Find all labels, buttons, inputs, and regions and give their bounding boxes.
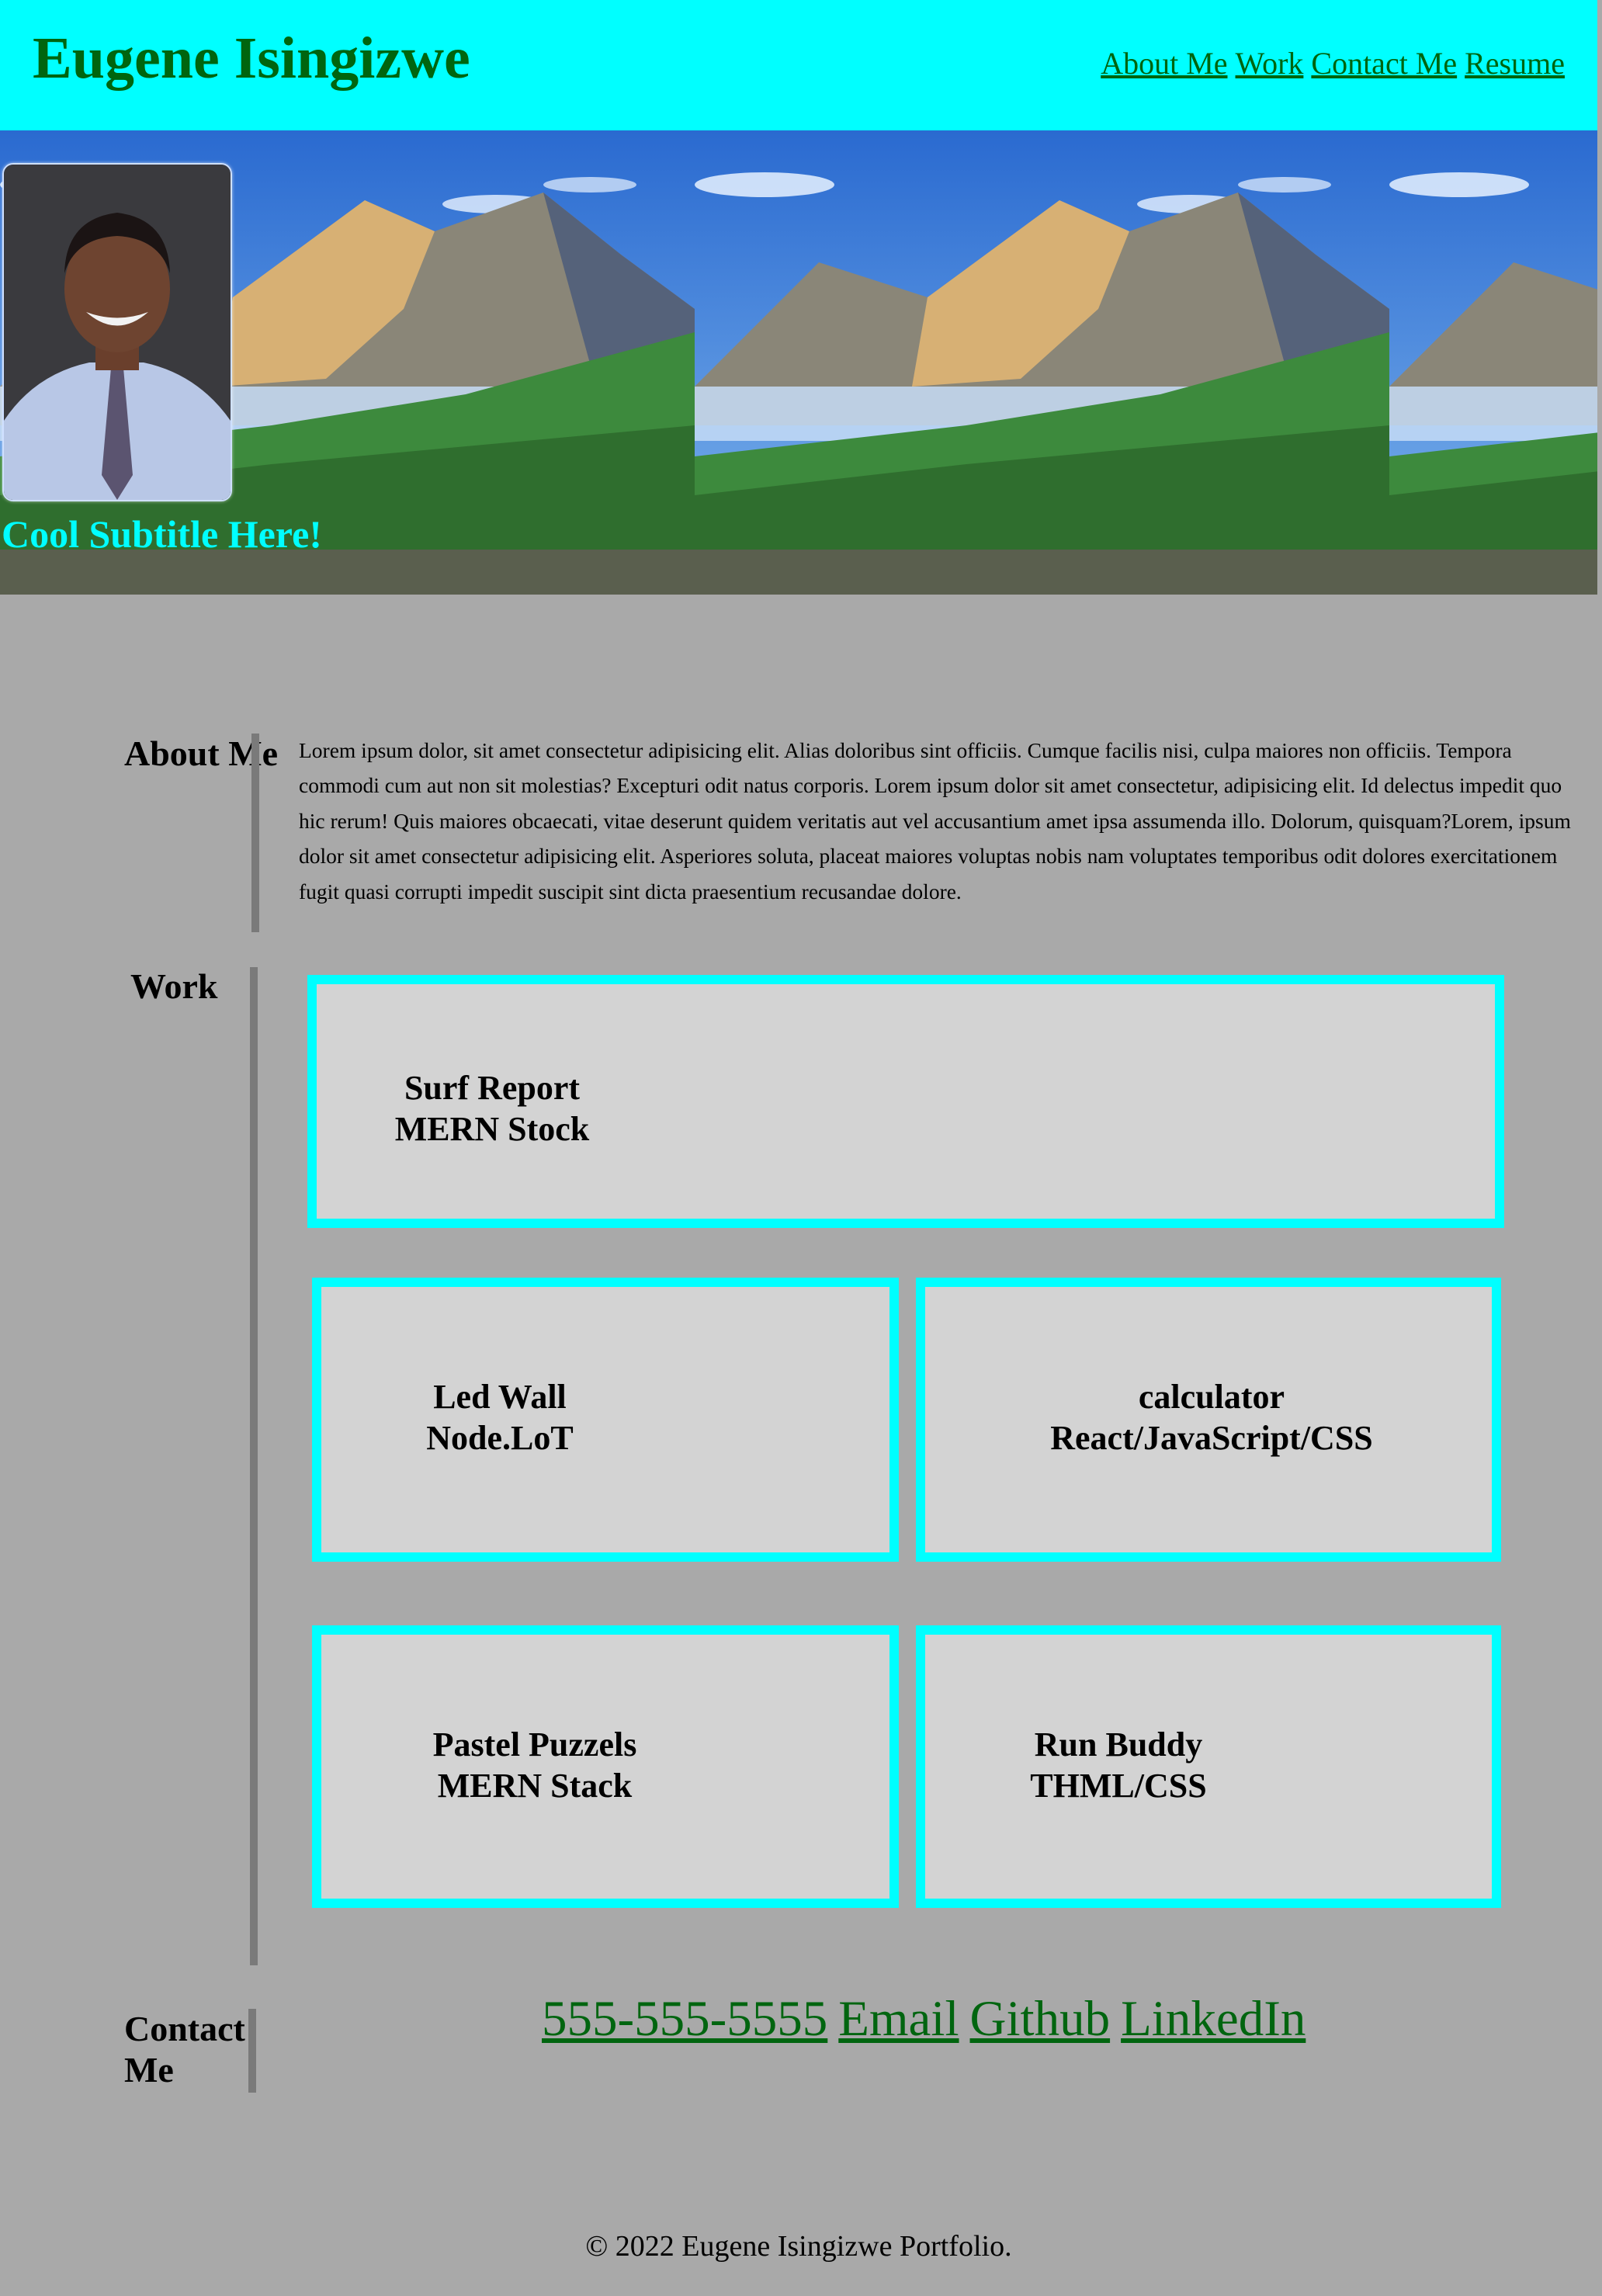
site-title: Eugene Isingizwe: [33, 26, 470, 91]
project-card[interactable]: Led Wall Node.LoT: [312, 1278, 899, 1562]
nav-link-contact-me[interactable]: Contact Me: [1311, 45, 1457, 82]
work-heading: Work: [130, 966, 218, 1006]
project-card[interactable]: Surf Report MERN Stock: [307, 975, 1504, 1228]
project-title: Led Wall Node.LoT: [407, 1377, 593, 1459]
project-stack: MERN Stack: [437, 1766, 633, 1805]
project-title: Pastel Puzzels MERN Stack: [407, 1725, 663, 1807]
footer-copyright: © 2022 Eugene Isingizwe Portfolio.: [585, 2230, 1012, 2263]
project-stack: Node.LoT: [426, 1418, 574, 1457]
phone-link[interactable]: 555-555-5555: [542, 1990, 827, 2048]
project-name: calculator: [1138, 1378, 1285, 1416]
project-title: Surf Report MERN Stock: [391, 1068, 593, 1150]
hero-banner: Cool Subtitle Here!: [0, 130, 1597, 595]
project-card[interactable]: calculator React/JavaScript/CSS: [916, 1278, 1501, 1562]
github-link[interactable]: Github: [970, 1990, 1111, 2048]
site-header: Eugene Isingizwe About Me Work Contact M…: [0, 0, 1597, 130]
contact-heading: Contact Me: [124, 2009, 245, 2090]
hero-background-image: [695, 130, 1389, 595]
nav-link-work[interactable]: Work: [1236, 45, 1304, 82]
contact-links: 555-555-5555 Email Github LinkedIn: [542, 1990, 1306, 2048]
contact-divider: [248, 2009, 256, 2093]
about-divider: [251, 734, 259, 932]
project-name: Run Buddy: [1034, 1725, 1203, 1764]
project-title: Run Buddy THML/CSS: [1014, 1725, 1223, 1807]
hero-subtitle: Cool Subtitle Here!: [2, 512, 322, 556]
project-name: Pastel Puzzels: [432, 1725, 637, 1764]
email-link[interactable]: Email: [838, 1990, 959, 2048]
nav-link-resume[interactable]: Resume: [1465, 45, 1565, 82]
project-card[interactable]: Run Buddy THML/CSS: [916, 1625, 1501, 1908]
project-stack: THML/CSS: [1030, 1766, 1207, 1805]
work-divider: [250, 967, 258, 1965]
project-stack: MERN Stock: [394, 1109, 590, 1148]
project-name: Led Wall: [433, 1378, 567, 1416]
main-nav: About Me Work Contact Me Resume: [1101, 45, 1565, 82]
project-title: calculator React/JavaScript/CSS: [1014, 1377, 1410, 1459]
linkedin-link[interactable]: LinkedIn: [1121, 1990, 1306, 2048]
profile-photo: [2, 163, 232, 501]
project-stack: React/JavaScript/CSS: [1050, 1418, 1373, 1457]
about-text: Lorem ipsum dolor, sit amet consectetur …: [299, 738, 1571, 903]
project-name: Surf Report: [404, 1069, 581, 1107]
nav-link-about-me[interactable]: About Me: [1101, 45, 1227, 82]
project-card[interactable]: Pastel Puzzels MERN Stack: [312, 1625, 899, 1908]
hero-background-image: [1389, 130, 1597, 595]
